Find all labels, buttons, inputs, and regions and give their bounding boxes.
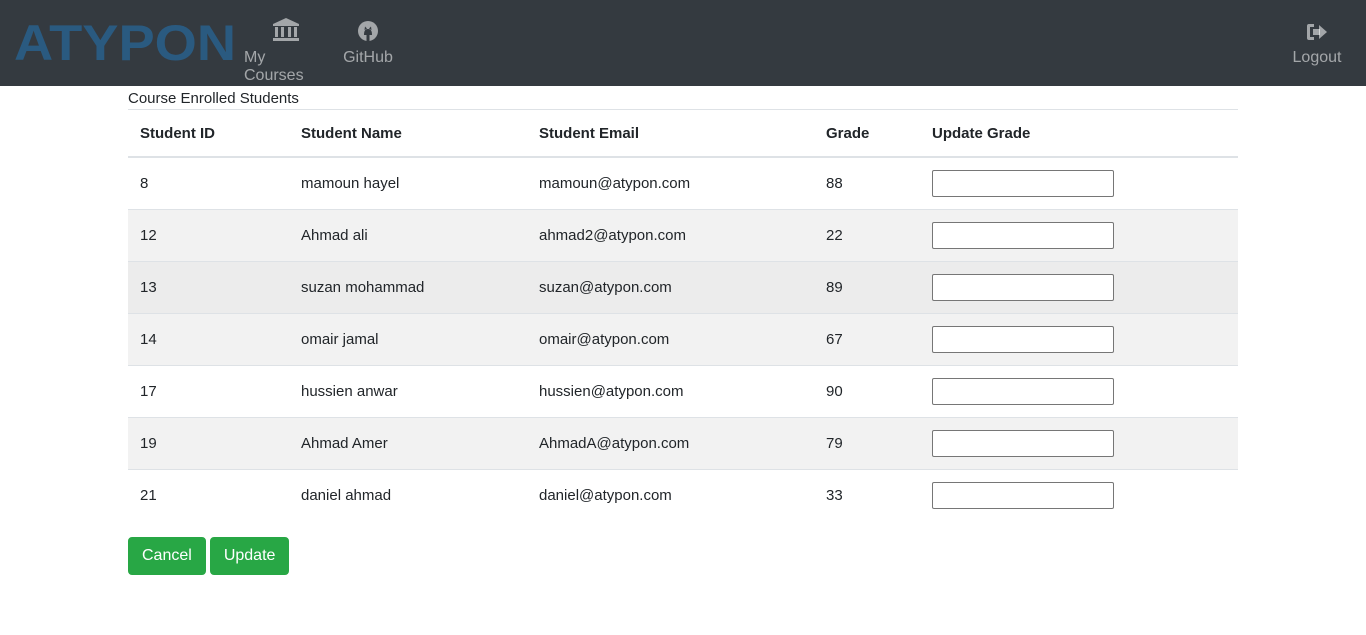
header-student-id: Student ID [128,110,289,158]
grade-cell: 89 [814,260,920,313]
update-grade-input[interactable] [932,221,1114,249]
nav-github[interactable]: GitHub [342,16,394,67]
nav-logout[interactable]: Logout [1291,16,1343,67]
enrolled-students-table: Student ID Student Name Student Email Gr… [128,110,1238,521]
update-grade-cell [920,416,1238,469]
header-student-name: Student Name [289,110,527,158]
update-grade-input[interactable] [932,481,1114,509]
header-student-email: Student Email [527,110,814,158]
update-grade-input[interactable] [932,273,1114,301]
grade-cell: 90 [814,364,920,417]
student-email-cell: mamoun@atypon.com [539,174,691,192]
header-grade: Grade [814,110,920,158]
atypon-logo[interactable]: ATYPON [14,19,238,65]
bank-icon [272,16,300,42]
nav-logout-label: Logout [1292,49,1342,66]
table-row: 14 omair jamal omair@atypon.com 67 [128,312,1238,365]
grade-cell: 88 [826,174,843,192]
update-grade-input[interactable] [932,377,1114,405]
table-row: 13 suzan mohammad suzan@atypon.com 89 [128,260,1238,313]
top-navbar: ATYPON My Courses GitHub Logout [0,0,1366,86]
nav-github-label: GitHub [343,49,393,66]
student-id-cell: 12 [128,208,289,261]
student-email-cell: omair@atypon.com [527,312,814,365]
table-row: 12 Ahmad ali ahmad2@atypon.com 22 [128,208,1238,261]
student-name-cell: omair jamal [289,312,527,365]
grade-cell: 33 [814,468,920,521]
table-row: 21 daniel ahmad daniel@atypon.com 33 [128,468,1238,521]
update-grade-cell [920,157,1238,209]
student-name-cell: Ahmad ali [289,208,527,261]
update-grade-cell [920,364,1238,417]
update-grade-cell [920,260,1238,313]
update-button[interactable]: Update [209,537,290,575]
table-caption: Course Enrolled Students [128,86,1238,110]
student-id-cell: 13 [128,260,289,313]
student-id-cell: 8 [140,174,149,192]
table-header-row: Student ID Student Name Student Email Gr… [128,110,1238,158]
update-grade-cell [920,468,1238,521]
atypon-logo-mark: ATYPON [14,19,236,65]
main-content: Course Enrolled Students Student ID Stud… [128,86,1238,521]
student-name-cell: suzan mohammad [289,260,527,313]
cancel-button[interactable]: Cancel [128,537,206,575]
update-grade-cell [920,208,1238,261]
student-email-cell: AhmadA@atypon.com [527,416,814,469]
student-email-cell: suzan@atypon.com [527,260,814,313]
student-id-cell: 17 [128,364,289,417]
student-name-cell: Ahmad Amer [289,416,527,469]
grade-cell: 67 [814,312,920,365]
student-email-cell: daniel@atypon.com [527,468,814,521]
grade-cell: 79 [814,416,920,469]
form-actions: Cancel Update [128,537,293,575]
header-update-grade: Update Grade [920,110,1238,158]
student-name-cell: daniel ahmad [289,468,527,521]
grade-cell: 22 [814,208,920,261]
student-name-cell: hussien anwar [289,364,527,417]
table-row: 19 Ahmad Amer AhmadA@atypon.com 79 [128,416,1238,469]
student-email-cell: ahmad2@atypon.com [527,208,814,261]
table-row: 17 hussien anwar hussien@atypon.com 90 [128,364,1238,417]
github-icon [357,16,379,42]
update-grade-cell [920,312,1238,365]
student-id-cell: 21 [128,468,289,521]
sign-out-icon [1306,16,1328,42]
update-grade-input[interactable] [932,169,1114,197]
svg-text:ATYPON: ATYPON [14,19,236,65]
nav-my-courses-label: My Courses [244,49,304,84]
student-id-cell: 19 [128,416,289,469]
student-name-cell: mamoun hayel [301,174,400,192]
update-grade-input[interactable] [932,429,1114,457]
student-email-cell: hussien@atypon.com [527,364,814,417]
nav-my-courses[interactable]: My Courses [244,16,328,85]
table-row: 8 mamoun hayel mamoun@atypon.com 88 [128,157,1238,209]
update-grade-input[interactable] [932,325,1114,353]
student-id-cell: 14 [128,312,289,365]
